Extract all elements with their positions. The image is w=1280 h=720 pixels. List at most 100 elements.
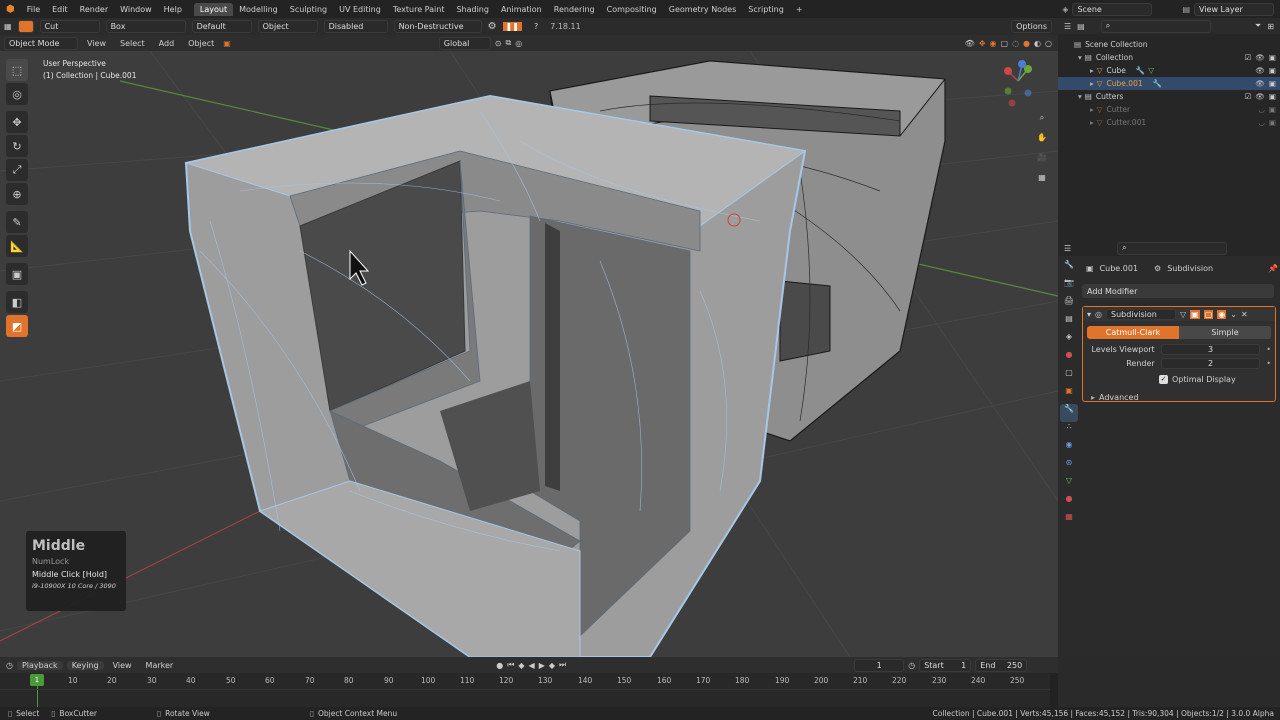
tab-sculpting[interactable]: Sculpting bbox=[284, 3, 333, 16]
annotate-tool-icon[interactable]: ✎ bbox=[6, 211, 28, 233]
display-mode-icon[interactable]: ▤ bbox=[1077, 22, 1085, 31]
particles-tab-icon[interactable]: ∴ bbox=[1060, 422, 1078, 440]
camera-render-icon[interactable]: ▣ bbox=[1269, 105, 1276, 114]
tab-animation[interactable]: Animation bbox=[495, 3, 548, 16]
scene-selector[interactable]: Scene bbox=[1072, 2, 1153, 16]
pivot-icon[interactable]: ⊙ bbox=[495, 39, 502, 48]
tab-scripting[interactable]: Scripting bbox=[742, 3, 790, 16]
menu-timeline-view[interactable]: View bbox=[108, 661, 137, 670]
world-tab-icon[interactable]: ● bbox=[1060, 350, 1078, 368]
transform-tool-icon[interactable]: ⊕ bbox=[6, 183, 28, 205]
render-tab-icon[interactable]: 📷 bbox=[1060, 278, 1078, 296]
timeline-ruler[interactable]: 1 10 20 30 40 50 60 70 80 90 100 110 120… bbox=[0, 673, 1058, 707]
simple-button[interactable]: Simple bbox=[1179, 326, 1271, 339]
menu-select[interactable]: Select bbox=[115, 39, 150, 48]
cursor-tool-icon[interactable]: ◎ bbox=[6, 83, 28, 105]
menu-add[interactable]: Add bbox=[154, 39, 180, 48]
preview-range-icon[interactable]: ◷ bbox=[908, 661, 915, 670]
tab-rendering[interactable]: Rendering bbox=[548, 3, 601, 16]
camera-render-icon[interactable]: ▣ bbox=[1269, 66, 1276, 75]
timeline-scrollbar[interactable] bbox=[1050, 673, 1058, 707]
scale-tool-icon[interactable]: ⤢ bbox=[6, 159, 28, 181]
boxcutter-shape-tool-icon[interactable]: ◧ bbox=[6, 291, 28, 313]
playhead-marker[interactable]: 1 bbox=[30, 674, 44, 686]
blender-logo-icon[interactable]: ⬢ bbox=[0, 4, 21, 15]
3d-viewport[interactable]: User Perspective (1) Collection | Cube.0… bbox=[0, 51, 1058, 657]
menu-keying[interactable]: Keying bbox=[66, 660, 104, 670]
add-modifier-dropdown[interactable]: Add Modifier bbox=[1082, 284, 1274, 298]
tab-modelling[interactable]: Modelling bbox=[233, 3, 284, 16]
menu-render[interactable]: Render bbox=[74, 5, 114, 14]
measure-tool-icon[interactable]: 📐 bbox=[6, 235, 28, 257]
advanced-subpanel[interactable]: ▸ Advanced bbox=[1091, 391, 1271, 403]
modifier-dropdown-icon[interactable]: ⌄ bbox=[1230, 310, 1237, 319]
play-reverse-icon[interactable]: ◀ bbox=[529, 661, 535, 670]
outliner-item-scene-collection[interactable]: ▤ Scene Collection bbox=[1058, 38, 1280, 51]
menu-playback[interactable]: Playback bbox=[16, 660, 63, 670]
keyframe-dot-icon[interactable]: • bbox=[1266, 345, 1271, 354]
tool-tab-icon[interactable]: 🔧 bbox=[1060, 260, 1078, 278]
optimal-display-checkbox[interactable]: ✓ bbox=[1159, 374, 1168, 384]
pan-hand-icon[interactable]: ✋ bbox=[1034, 133, 1050, 153]
collapse-chevron-icon[interactable]: ▾ bbox=[1087, 310, 1091, 319]
viewport-toggle-icon[interactable]: ▢ bbox=[1203, 309, 1214, 319]
object-tab-icon[interactable]: ▣ bbox=[1060, 386, 1078, 404]
jump-start-icon[interactable]: ⏮ bbox=[507, 660, 514, 670]
proportional-edit-icon[interactable]: ◎ bbox=[515, 39, 522, 48]
object-mode-dropdown[interactable]: Object Mode bbox=[4, 36, 78, 50]
output-tab-icon[interactable]: 🖨 bbox=[1060, 296, 1078, 314]
menu-edit[interactable]: Edit bbox=[46, 5, 74, 14]
gizmo-z-icon[interactable] bbox=[1018, 60, 1026, 68]
move-tool-icon[interactable]: ✥ bbox=[6, 111, 28, 133]
eye-hidden-icon[interactable]: ◡ bbox=[1258, 105, 1265, 114]
menu-object[interactable]: Object bbox=[183, 39, 219, 48]
properties-type-icon[interactable]: ☰ bbox=[1064, 244, 1071, 253]
edit-mode-toggle-icon[interactable]: ▽ bbox=[1180, 310, 1186, 319]
add-workspace-button[interactable]: + bbox=[790, 3, 809, 16]
play-icon[interactable]: ▶ bbox=[539, 661, 545, 670]
filter-icon[interactable]: ⏷ bbox=[1255, 21, 1261, 31]
menu-view[interactable]: View bbox=[82, 39, 111, 48]
object-dropdown[interactable]: Object bbox=[257, 20, 318, 33]
options-dropdown[interactable]: Options bbox=[1011, 20, 1052, 33]
modifier-name-input[interactable]: Subdivision bbox=[1106, 308, 1176, 320]
prev-key-icon[interactable]: ◆ bbox=[518, 661, 524, 670]
editor-type-icon[interactable]: ▦ bbox=[4, 22, 12, 31]
tab-compositing[interactable]: Compositing bbox=[601, 3, 663, 16]
camera-icon[interactable]: 🎥 bbox=[1034, 153, 1050, 173]
outliner-type-icon[interactable]: ☰ bbox=[1064, 22, 1071, 31]
checkbox-icon[interactable]: ☑ bbox=[1245, 53, 1252, 62]
menu-file[interactable]: File bbox=[21, 5, 46, 14]
overlay-toggle-icon[interactable]: ◉ bbox=[990, 39, 997, 48]
material-tab-icon[interactable]: ● bbox=[1060, 494, 1078, 512]
gizmo-x-icon[interactable] bbox=[1004, 67, 1012, 75]
collection-tab-icon[interactable]: ▢ bbox=[1060, 368, 1078, 386]
keyframe-dot-icon[interactable]: • bbox=[1266, 359, 1271, 368]
data-tab-icon[interactable]: ▽ bbox=[1060, 476, 1078, 494]
xray-icon[interactable]: ▢ bbox=[1001, 39, 1009, 48]
rotate-tool-icon[interactable]: ↻ bbox=[6, 135, 28, 157]
render-levels-field[interactable]: 2 bbox=[1160, 357, 1261, 369]
eye-hidden-icon[interactable]: ◡ bbox=[1258, 118, 1265, 127]
cage-toggle-icon[interactable]: ▣ bbox=[1190, 309, 1200, 319]
end-frame-field[interactable]: End 250 bbox=[975, 658, 1028, 672]
levels-viewport-field[interactable]: 3 bbox=[1160, 343, 1261, 355]
tab-uv-editing[interactable]: UV Editing bbox=[333, 3, 387, 16]
view-layer-selector[interactable]: View Layer bbox=[1194, 2, 1274, 16]
grid-view-icon[interactable]: ▦ bbox=[1034, 173, 1050, 193]
add-cube-tool-icon[interactable]: ▣ bbox=[6, 263, 28, 285]
eye-icon[interactable]: 👁 bbox=[1255, 66, 1265, 75]
outliner-item-collection[interactable]: ▾ ▤ Collection ☑ 👁 ▣ bbox=[1058, 51, 1280, 64]
tab-layout[interactable]: Layout bbox=[193, 2, 234, 16]
boxcutter-tool-icon[interactable]: ◩ bbox=[6, 315, 28, 337]
select-box-tool-icon[interactable]: ⬚ bbox=[6, 59, 28, 81]
outliner-item-cube-001[interactable]: ▸ ▽ Cube.001 🔧 👁 ▣ bbox=[1058, 77, 1280, 90]
camera-render-icon[interactable]: ▣ bbox=[1269, 92, 1276, 101]
camera-render-icon[interactable]: ▣ bbox=[1269, 79, 1276, 88]
scene-tab-icon[interactable]: ◈ bbox=[1060, 332, 1078, 350]
outliner-item-cutters[interactable]: ▾ ▤ Cutters ☑ 👁 ▣ bbox=[1058, 90, 1280, 103]
record-icon[interactable]: ● bbox=[496, 661, 503, 670]
shading-solid-icon[interactable]: ● bbox=[1023, 39, 1030, 48]
menu-window[interactable]: Window bbox=[114, 5, 158, 14]
modifier-tab-icon[interactable]: 🔧 bbox=[1060, 404, 1078, 422]
